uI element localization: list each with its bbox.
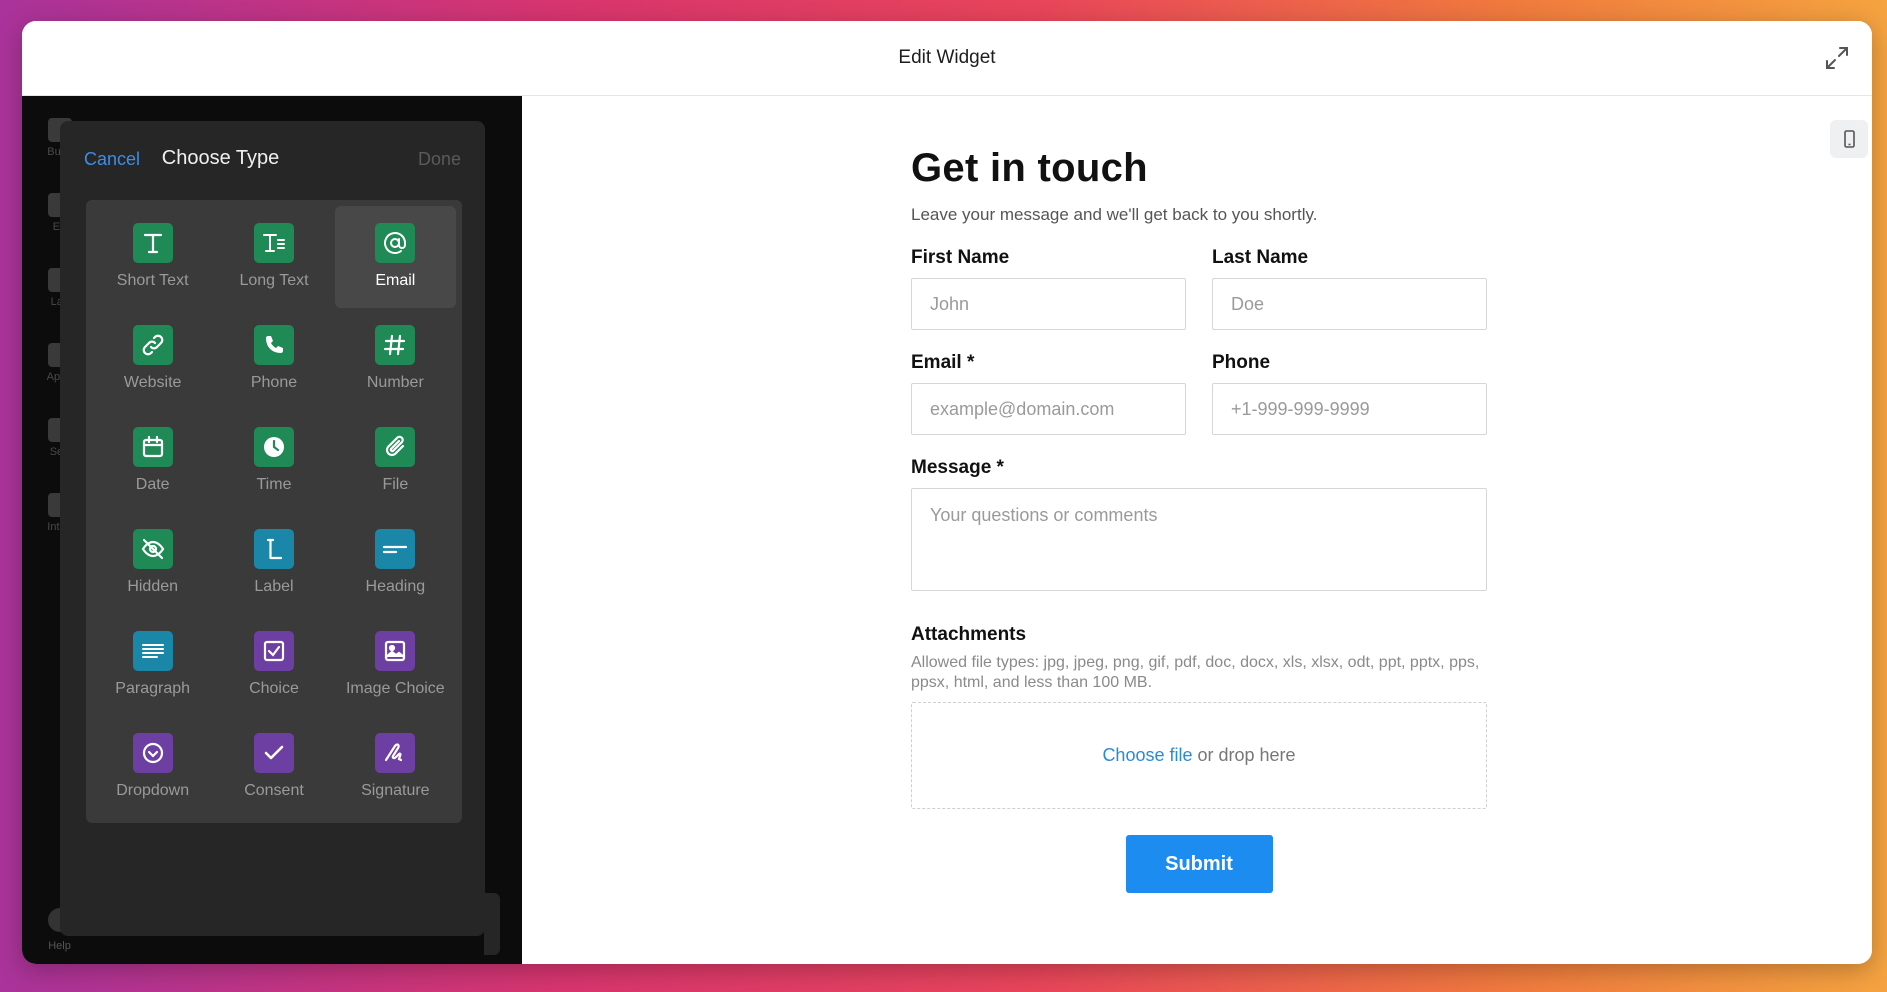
type-label: Phone — [250, 374, 298, 392]
attachments-label: Attachments — [911, 624, 1027, 645]
choose-type-panel: Cancel Choose Type Done Short Text Long … — [60, 121, 485, 936]
first-name-label: First Name — [911, 247, 1010, 268]
at-sign-icon — [375, 223, 416, 264]
link-icon — [132, 325, 173, 366]
check-icon — [253, 732, 294, 773]
type-label: Email — [375, 272, 416, 290]
done-button[interactable]: Done — [418, 149, 461, 170]
form-preview: Get in touch Leave your message and we'l… — [522, 96, 1872, 964]
clock-icon — [253, 427, 294, 468]
type-short-text[interactable]: Short Text — [92, 206, 213, 308]
type-email[interactable]: Email — [334, 206, 456, 308]
label-icon — [253, 528, 294, 569]
window-title: Edit Widget — [898, 47, 996, 68]
phone-label: Phone — [1212, 352, 1271, 373]
signature-icon — [375, 732, 416, 773]
long-text-icon — [253, 223, 294, 264]
phone-icon — [253, 325, 294, 366]
message-label: Message * — [911, 457, 1004, 478]
first-name-input[interactable] — [911, 278, 1186, 330]
help-label: Help — [48, 940, 71, 952]
submit-wrap: Submit — [911, 835, 1487, 893]
expand-icon[interactable] — [1822, 43, 1852, 73]
form-subtitle: Leave your message and we'll get back to… — [911, 205, 1318, 224]
chevron-circle-icon — [132, 732, 173, 773]
phone-input[interactable] — [1212, 383, 1487, 435]
type-label: Image Choice — [345, 679, 445, 697]
type-label: Time — [256, 476, 292, 494]
contact-row: Email * Phone — [911, 352, 1487, 435]
type-label: File — [382, 476, 409, 494]
type-label: Heading — [365, 577, 426, 595]
type-label: Paragraph — [115, 679, 191, 697]
email-input[interactable] — [911, 383, 1186, 435]
type-label: Signature — [361, 781, 430, 799]
submit-button[interactable]: Submit — [1125, 835, 1273, 893]
editor-sidebar: Build En Lay Appe Sett Integ — [22, 96, 522, 964]
type-time[interactable]: Time — [213, 410, 334, 512]
type-long-text[interactable]: Long Text — [213, 206, 334, 308]
panel-title: Choose Type — [161, 147, 280, 169]
title-bar: Edit Widget — [22, 21, 1872, 96]
checkbox-icon — [253, 630, 294, 671]
edit-widget-window: Edit Widget Build En Lay Appe — [22, 21, 1872, 964]
type-label: Consent — [244, 781, 304, 799]
form-title: Get in touch — [911, 146, 1148, 190]
type-file[interactable]: File — [335, 410, 456, 512]
heading-icon — [375, 528, 416, 569]
file-dropzone[interactable]: Choose file or drop here — [911, 702, 1487, 809]
type-paragraph[interactable]: Paragraph — [92, 613, 213, 715]
image-icon — [375, 630, 416, 671]
type-heading[interactable]: Heading — [335, 512, 456, 614]
type-label: Long Text — [239, 272, 309, 290]
type-label: Hidden — [127, 577, 179, 595]
type-date[interactable]: Date — [92, 410, 213, 512]
type-label: Date — [135, 476, 170, 494]
type-signature[interactable]: Signature — [335, 715, 456, 817]
contact-form: Get in touch Leave your message and we'l… — [911, 146, 1487, 893]
type-website[interactable]: Website — [92, 308, 213, 410]
type-choice[interactable]: Choice — [213, 613, 334, 715]
short-text-icon — [132, 223, 173, 264]
type-label: Choice — [249, 679, 299, 697]
type-label: Number — [366, 374, 424, 392]
type-phone[interactable]: Phone — [213, 308, 334, 410]
calendar-icon — [132, 427, 173, 468]
last-name-input[interactable] — [1212, 278, 1487, 330]
type-consent[interactable]: Consent — [213, 715, 334, 817]
panel-edge — [484, 893, 500, 955]
attachments-hint: Allowed file types: jpg, jpeg, png, gif,… — [911, 654, 1480, 691]
paragraph-icon — [132, 630, 173, 671]
message-row: Message * — [911, 457, 1487, 596]
message-textarea[interactable] — [911, 488, 1487, 591]
type-label: Label — [254, 577, 294, 595]
type-number[interactable]: Number — [335, 308, 456, 410]
type-dropdown[interactable]: Dropdown — [92, 715, 213, 817]
paperclip-icon — [375, 427, 416, 468]
name-row: First Name Last Name — [911, 247, 1487, 330]
eye-off-icon — [132, 528, 173, 569]
email-label: Email * — [911, 352, 975, 373]
type-label-field[interactable]: Label — [213, 512, 334, 614]
drop-text: or drop here — [1192, 745, 1296, 765]
type-label: Short Text — [116, 272, 189, 290]
type-hidden[interactable]: Hidden — [92, 512, 213, 614]
last-name-label: Last Name — [1212, 247, 1309, 268]
mobile-preview-icon[interactable] — [1830, 120, 1868, 158]
type-label: Dropdown — [116, 781, 190, 799]
choose-file-link[interactable]: Choose file — [1102, 745, 1192, 766]
type-image-choice[interactable]: Image Choice — [335, 613, 456, 715]
field-type-grid: Short Text Long Text Email Website Phone… — [86, 200, 462, 823]
panel-header: Cancel Choose Type Done — [60, 121, 485, 191]
hash-icon — [375, 325, 416, 366]
type-label: Website — [123, 374, 182, 392]
